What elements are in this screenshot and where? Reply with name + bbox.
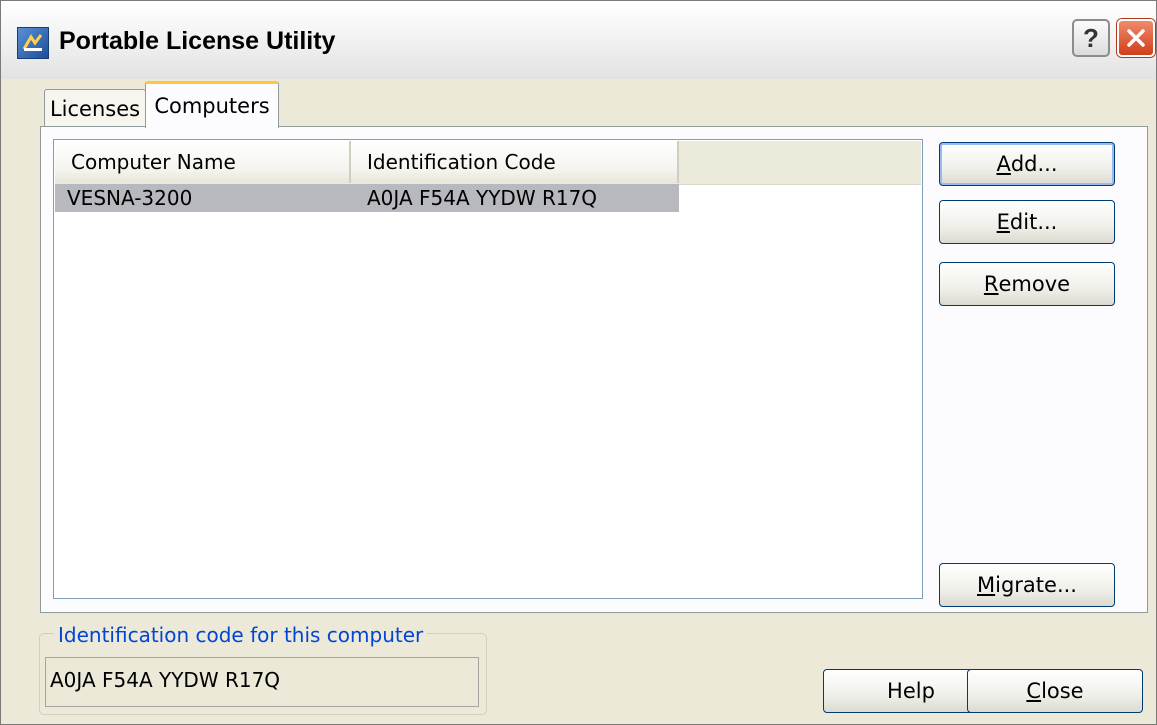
close-title-button[interactable]: [1117, 19, 1155, 57]
dialog-window: Portable License Utility ? Licenses Comp…: [0, 0, 1157, 725]
list-header: Computer Name Identification Code: [55, 141, 921, 185]
tab-licenses[interactable]: Licenses: [44, 89, 146, 127]
tab-computers[interactable]: Computers: [145, 81, 279, 128]
migrate-button[interactable]: Migrate...: [939, 563, 1115, 607]
add-button[interactable]: Add...: [939, 142, 1115, 186]
close-button[interactable]: Close: [967, 669, 1143, 713]
close-icon: [1127, 29, 1145, 47]
column-header-identification-code[interactable]: Identification Code: [351, 141, 679, 183]
column-header-computer-name[interactable]: Computer Name: [55, 141, 351, 183]
remove-button[interactable]: Remove: [939, 262, 1115, 306]
edit-button[interactable]: Edit...: [939, 200, 1115, 244]
table-row[interactable]: VESNA-3200 A0JA F54A YYDW R17Q: [55, 184, 679, 212]
app-icon[interactable]: [17, 27, 49, 59]
cell-computer-name: VESNA-3200: [67, 186, 193, 210]
id-code-field[interactable]: A0JA F54A YYDW R17Q: [45, 657, 479, 707]
window-title: Portable License Utility: [59, 27, 336, 55]
help-title-button[interactable]: ?: [1072, 19, 1110, 57]
cell-identification-code: A0JA F54A YYDW R17Q: [367, 186, 598, 210]
id-code-legend: Identification code for this computer: [54, 623, 428, 647]
column-header-filler: [679, 141, 921, 183]
computers-list[interactable]: Computer Name Identification Code VESNA-…: [53, 139, 923, 599]
title-bar[interactable]: Portable License Utility ?: [1, 1, 1156, 79]
